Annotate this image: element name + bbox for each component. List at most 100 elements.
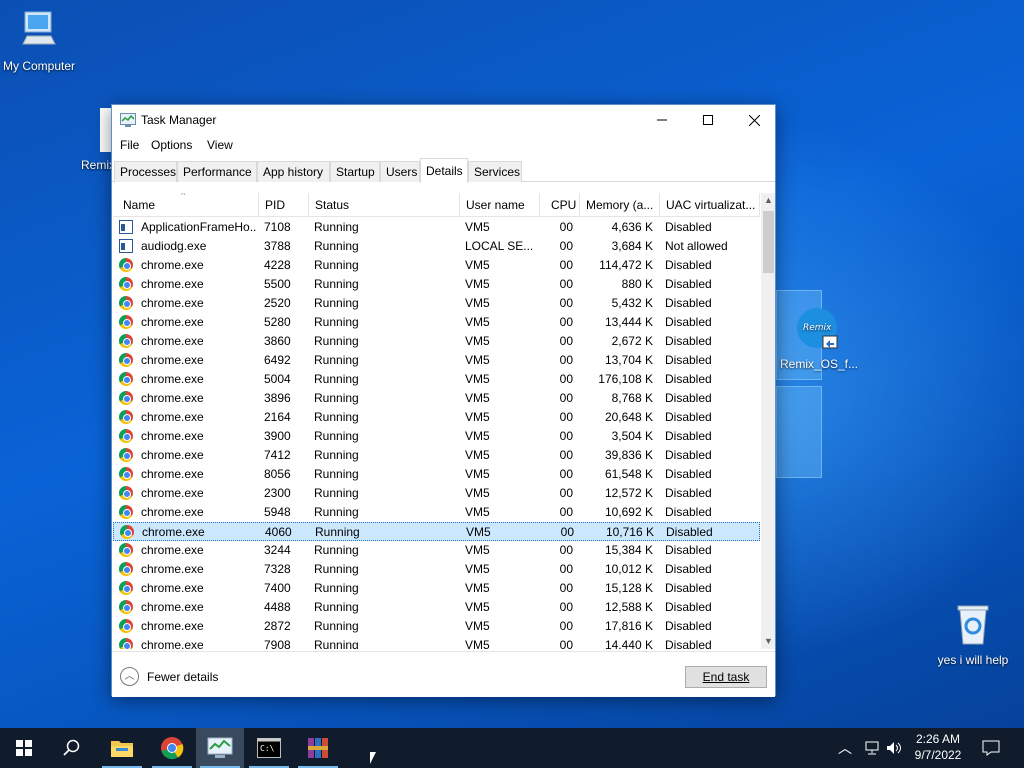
- scroll-up-icon[interactable]: ▲: [761, 193, 775, 208]
- table-row[interactable]: chrome.exe 6492 Running VM5 00 13,704 K Disabl…: [113, 351, 760, 370]
- menu-file[interactable]: File: [120, 138, 139, 152]
- command-prompt-icon: C:\: [257, 738, 281, 758]
- cell-name: chrome.exe: [141, 277, 204, 291]
- start-button[interactable]: [0, 728, 48, 768]
- scrollbar-thumb[interactable]: [763, 211, 774, 273]
- table-row[interactable]: chrome.exe 7328 Running VM5 00 10,012 K Disabl…: [113, 560, 760, 579]
- cell-status: Running: [314, 486, 359, 500]
- cell-mem: 39,836 K: [604, 448, 653, 462]
- chevron-up-icon[interactable]: ︿: [838, 738, 852, 758]
- tab-app-history[interactable]: App history: [257, 161, 330, 182]
- chrome-icon: [119, 448, 133, 462]
- cell-uac: Disabled: [665, 315, 712, 329]
- system-clock[interactable]: 2:26 AM 9/7/2022: [904, 731, 972, 763]
- table-row[interactable]: chrome.exe 2872 Running VM5 00 17,816 K Disabl…: [113, 617, 760, 636]
- cell-uac: Disabled: [665, 410, 712, 424]
- cell-name: chrome.exe: [141, 619, 204, 633]
- cell-user: VM5: [465, 372, 490, 386]
- tab-users[interactable]: Users: [380, 161, 420, 182]
- chrome-icon: [119, 619, 133, 633]
- table-row[interactable]: audiodg.exe 3788 Running LOCAL SE... 00 3,684…: [113, 237, 760, 256]
- table-row[interactable]: chrome.exe 5004 Running VM5 00 176,108 K Disab…: [113, 370, 760, 389]
- title-bar[interactable]: Task Manager: [112, 105, 775, 135]
- close-button[interactable]: [731, 105, 777, 135]
- cell-user: VM5: [465, 486, 490, 500]
- table-row[interactable]: chrome.exe 3244 Running VM5 00 15,384 K Disabl…: [113, 541, 760, 560]
- table-row[interactable]: chrome.exe 5948 Running VM5 00 10,692 K Disabl…: [113, 503, 760, 522]
- volume-icon[interactable]: [886, 741, 902, 755]
- cell-uac: Disabled: [665, 600, 712, 614]
- cell-name: ApplicationFrameHo...: [141, 220, 257, 234]
- search-button[interactable]: [48, 728, 96, 768]
- table-row[interactable]: ApplicationFrameHo... 7108 Running VM5 00 4,6…: [113, 218, 760, 237]
- column-header-pid[interactable]: PID: [259, 193, 309, 217]
- cell-mem: 20,648 K: [604, 410, 653, 424]
- maximize-button[interactable]: [685, 105, 731, 135]
- table-row[interactable]: chrome.exe 7412 Running VM5 00 39,836 K Disabl…: [113, 446, 760, 465]
- minimize-button[interactable]: [639, 105, 685, 135]
- taskbar-chrome[interactable]: [148, 728, 196, 768]
- table-row[interactable]: chrome.exe 5280 Running VM5 00 13,444 K Disabl…: [113, 313, 760, 332]
- desktop-icon-remix-os[interactable]: Remix Remix_OS_f...: [774, 306, 864, 371]
- column-header-name[interactable]: Name ^: [113, 193, 259, 217]
- table-row[interactable]: chrome.exe 3896 Running VM5 00 8,768 K Disable…: [113, 389, 760, 408]
- table-row[interactable]: chrome.exe 8056 Running VM5 00 61,548 K Disabl…: [113, 465, 760, 484]
- table-row[interactable]: chrome.exe 7400 Running VM5 00 15,128 K Disabl…: [113, 579, 760, 598]
- window-title: Task Manager: [141, 113, 217, 127]
- table-row[interactable]: chrome.exe 2164 Running VM5 00 20,648 K Disabl…: [113, 408, 760, 427]
- cell-user: VM5: [465, 334, 490, 348]
- taskbar-command-prompt[interactable]: C:\: [245, 728, 293, 768]
- menu-view[interactable]: View: [207, 138, 233, 152]
- desktop-icon-my-computer[interactable]: My Computer: [0, 8, 84, 73]
- cell-status: Running: [315, 525, 360, 539]
- notification-icon[interactable]: [982, 740, 1000, 756]
- cell-uac: Disabled: [665, 372, 712, 386]
- column-header-user-name[interactable]: User name: [460, 193, 540, 217]
- vertical-scrollbar[interactable]: ▲ ▼: [761, 193, 775, 649]
- tab-services[interactable]: Services: [468, 161, 522, 182]
- start-icon: [16, 740, 32, 756]
- scroll-down-icon[interactable]: ▼: [761, 634, 775, 649]
- cell-uac: Disabled: [665, 296, 712, 310]
- menu-options[interactable]: Options: [151, 138, 192, 152]
- chrome-icon: [119, 315, 133, 329]
- table-row[interactable]: chrome.exe 4060 Running VM5 00 10,716 K Disabl…: [113, 522, 760, 541]
- table-row[interactable]: chrome.exe 3900 Running VM5 00 3,504 K Disable…: [113, 427, 760, 446]
- cell-pid: 3900: [264, 429, 291, 443]
- taskbar-winrar[interactable]: [294, 728, 342, 768]
- tab-details[interactable]: Details: [420, 158, 468, 183]
- desktop-icon-recycle-bin[interactable]: yes i will help: [928, 600, 1018, 667]
- end-task-button[interactable]: End task: [685, 666, 767, 688]
- cell-cpu: 00: [559, 638, 573, 649]
- cell-mem: 13,444 K: [604, 315, 653, 329]
- table-row[interactable]: chrome.exe 7908 Running VM5 00 14,440 K Disabl…: [113, 636, 760, 649]
- cell-name: chrome.exe: [141, 581, 204, 595]
- column-header-cpu[interactable]: CPU: [540, 193, 580, 217]
- tab-startup[interactable]: Startup: [330, 161, 380, 182]
- table-row[interactable]: chrome.exe 4228 Running VM5 00 114,472 K Disab…: [113, 256, 760, 275]
- cell-name: audiodg.exe: [141, 239, 207, 253]
- column-header-memory[interactable]: Memory (a...: [580, 193, 660, 217]
- table-row[interactable]: chrome.exe 2300 Running VM5 00 12,572 K Disabl…: [113, 484, 760, 503]
- network-icon[interactable]: [864, 741, 880, 755]
- taskbar-file-explorer[interactable]: [98, 728, 146, 768]
- cell-cpu: 00: [559, 505, 573, 519]
- tab-processes[interactable]: Processes: [114, 161, 177, 182]
- cell-user: VM5: [465, 581, 490, 595]
- mouse-cursor-icon: [370, 752, 376, 764]
- taskbar-task-manager[interactable]: [196, 728, 244, 768]
- table-row[interactable]: chrome.exe 3860 Running VM5 00 2,672 K Disable…: [113, 332, 760, 351]
- cell-uac: Disabled: [665, 562, 712, 576]
- cell-status: Running: [314, 448, 359, 462]
- table-row[interactable]: chrome.exe 4488 Running VM5 00 12,588 K Disabl…: [113, 598, 760, 617]
- tab-performance[interactable]: Performance: [177, 161, 257, 182]
- table-row[interactable]: chrome.exe 2520 Running VM5 00 5,432 K Disable…: [113, 294, 760, 313]
- table-row[interactable]: chrome.exe 5500 Running VM5 00 880 K Disabled: [113, 275, 760, 294]
- cell-uac: Disabled: [665, 258, 712, 272]
- cell-cpu: 00: [559, 448, 573, 462]
- task-manager-icon: [120, 113, 136, 127]
- column-header-status[interactable]: Status: [309, 193, 460, 217]
- column-header-uac[interactable]: UAC virtualizat...: [660, 193, 760, 217]
- cell-user: VM5: [465, 429, 490, 443]
- cell-pid: 2300: [264, 486, 291, 500]
